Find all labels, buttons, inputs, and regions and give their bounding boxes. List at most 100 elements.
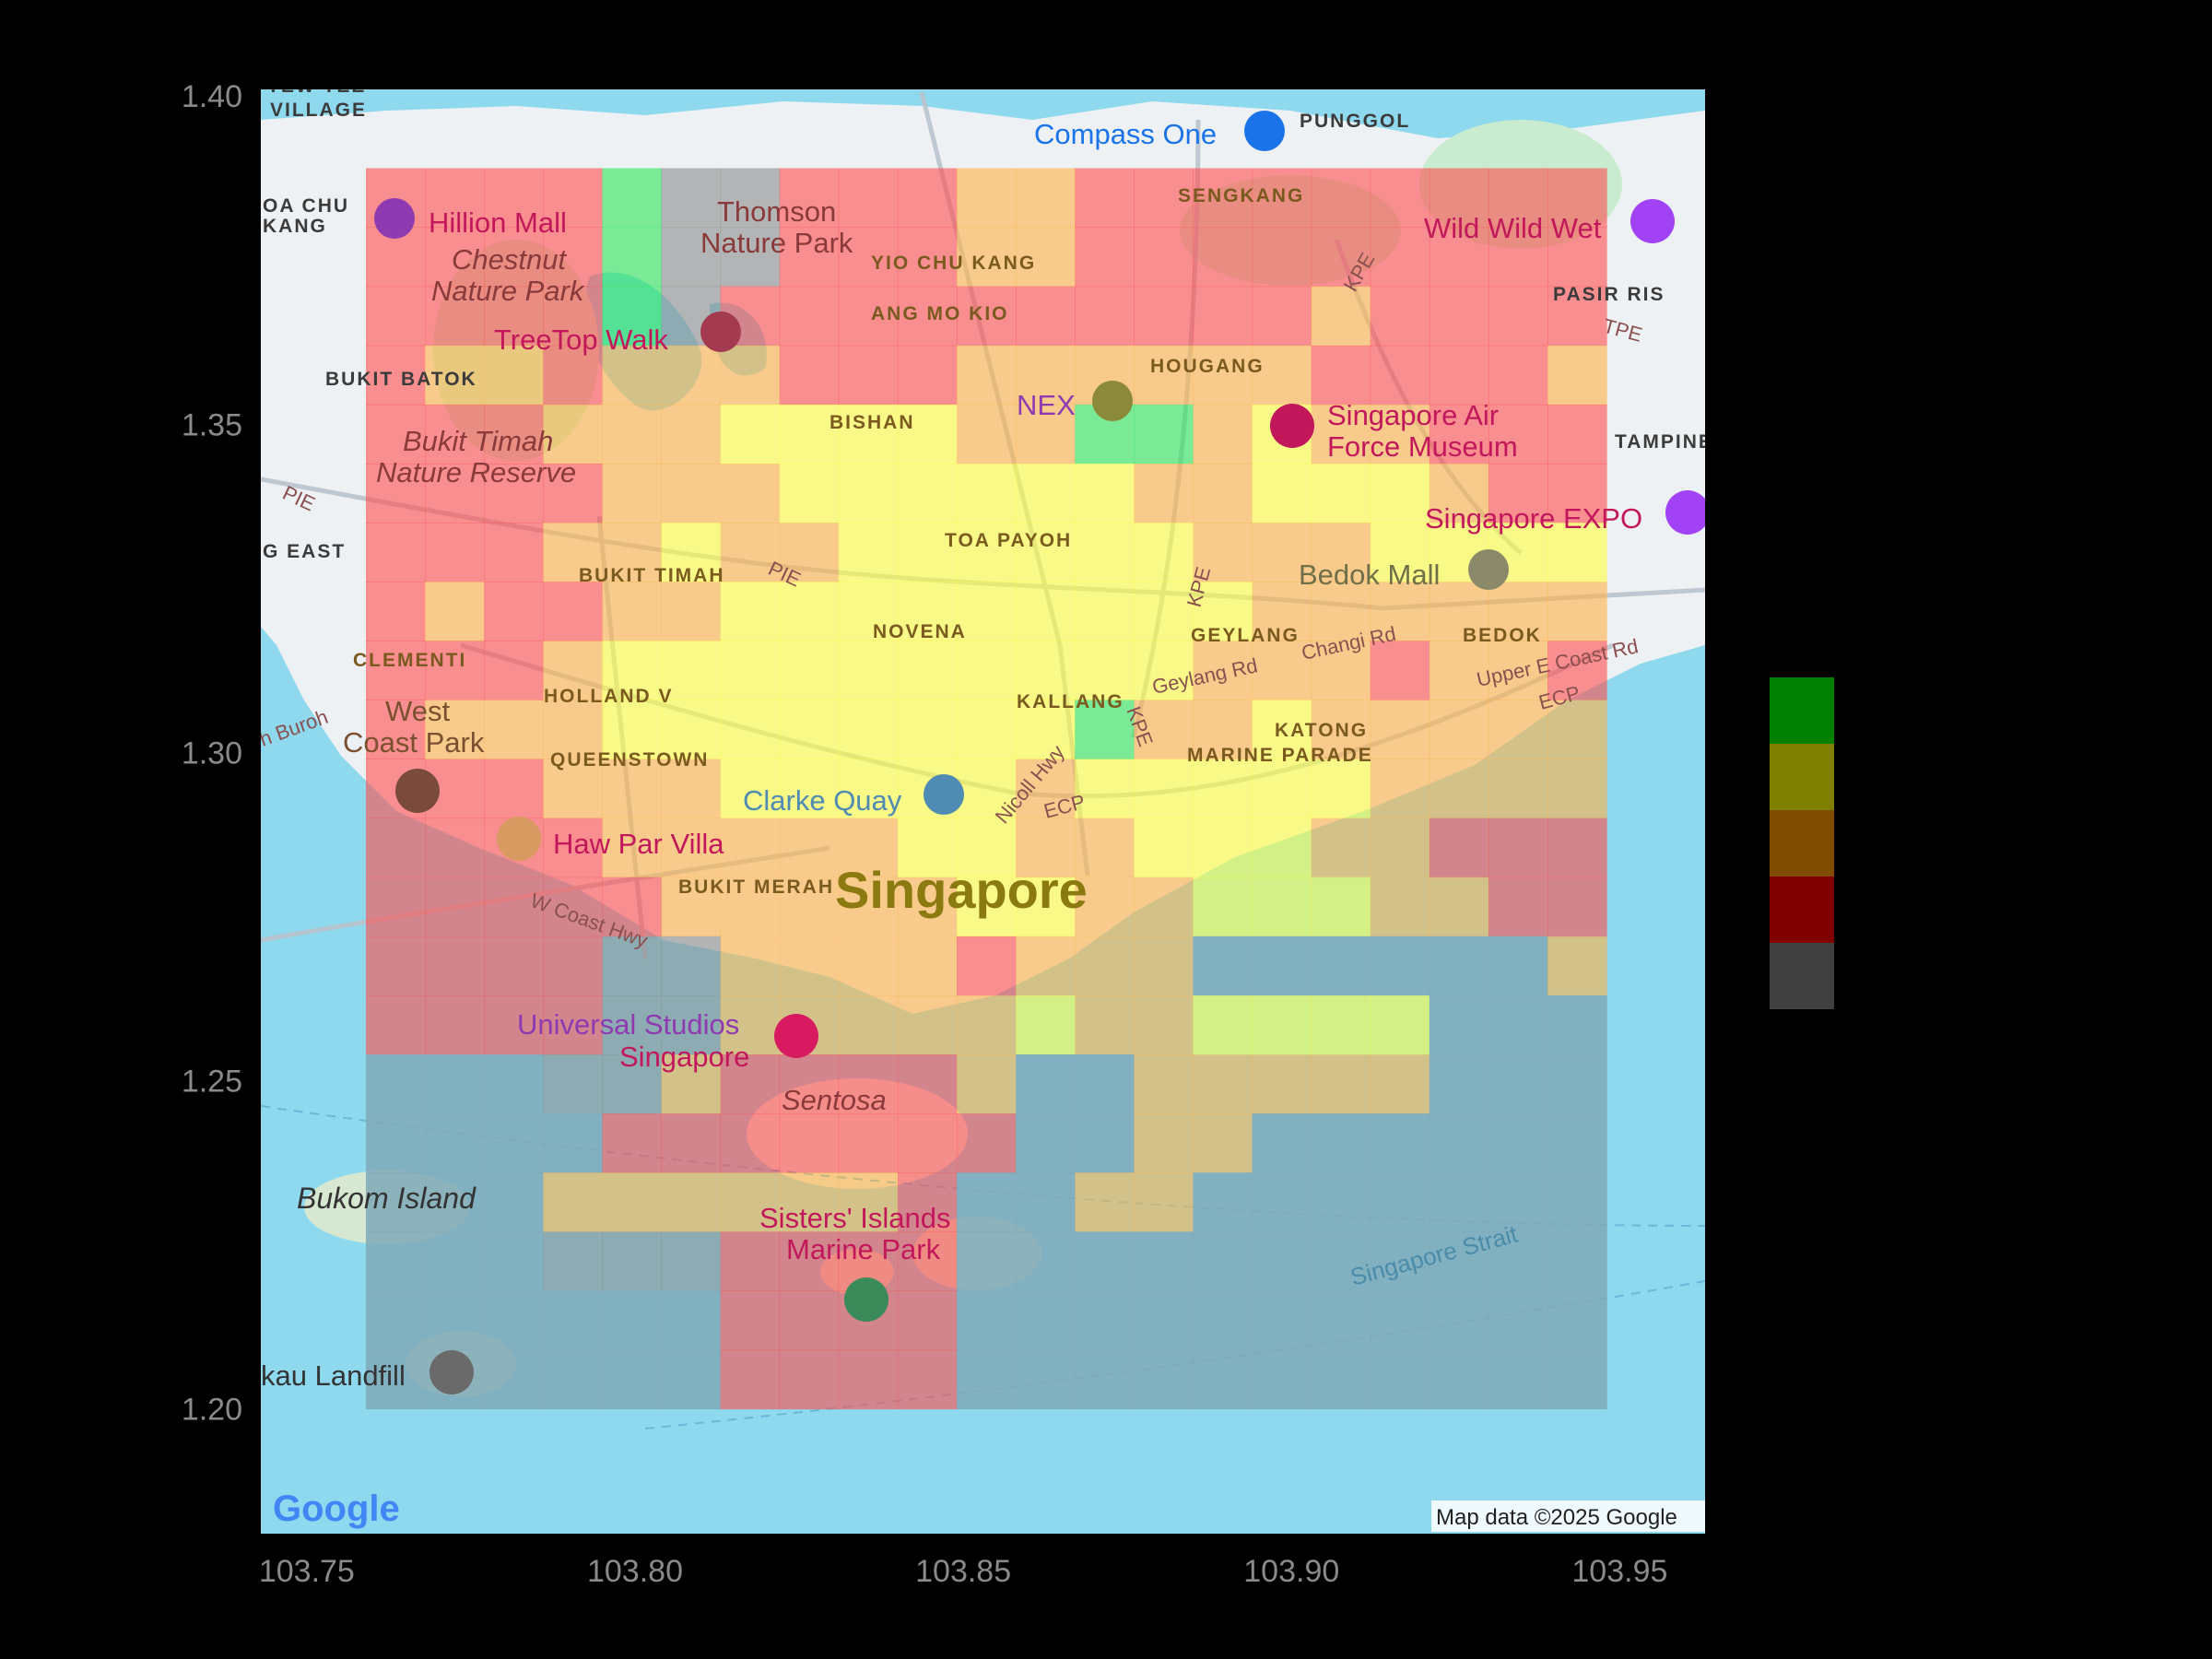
heatmap-cell <box>1016 1290 1076 1351</box>
heatmap-cell <box>720 463 781 524</box>
park-label: Nature Park <box>431 275 585 307</box>
heatmap-cell <box>602 1290 662 1351</box>
heatmap-cell <box>1075 523 1135 582</box>
heatmap-cell <box>602 1349 662 1410</box>
district-label: SENGKANG <box>1178 185 1304 206</box>
heatmap-cell <box>425 877 485 937</box>
heatmap-cell <box>1488 345 1548 406</box>
heatmap-cell <box>661 168 722 229</box>
district-label: G EAST <box>263 541 346 562</box>
heatmap-cell <box>1311 1349 1371 1410</box>
district-label: BUKIT BATOK <box>325 369 477 390</box>
heatmap-cell <box>1193 994 1253 1055</box>
heatmap-cell <box>543 1290 603 1351</box>
heatmap-cell <box>365 935 426 996</box>
heatmap-cell <box>1193 1054 1253 1114</box>
heatmap-cell <box>957 1172 1017 1232</box>
heatmap-cell <box>1193 1113 1253 1173</box>
heatmap-cell <box>661 463 722 524</box>
heatmap-cell <box>1252 286 1312 347</box>
poi-label: Compass One <box>1034 118 1217 150</box>
heatmap-cell <box>1429 1113 1489 1173</box>
heatmap-cell <box>1193 877 1253 937</box>
park-label: Bukit Timah <box>403 425 553 457</box>
heatmap-cell <box>779 641 840 700</box>
heatmap-cell <box>1252 1172 1312 1232</box>
heatmap-cell <box>1488 700 1548 760</box>
heatmap-cell <box>1547 1290 1607 1351</box>
x-tick-label: 103.90 <box>1243 1554 1339 1589</box>
heatmap-cell <box>1370 286 1430 347</box>
heatmap-cell <box>1311 345 1371 406</box>
heatmap-cell <box>543 1231 603 1291</box>
district-label: GEYLANG <box>1191 625 1300 646</box>
district-label: HOUGANG <box>1150 356 1265 377</box>
heatmap-cell <box>484 1290 544 1351</box>
amusement-icon <box>1630 199 1675 243</box>
heatmap-cell <box>720 1349 781 1410</box>
heatmap-cell <box>1370 1113 1430 1173</box>
poi-label: Sisters' Islands <box>759 1202 951 1234</box>
heatmap-cell <box>1193 1290 1253 1351</box>
district-label: HOLLAND V <box>544 686 674 707</box>
heatmap-cell <box>1547 404 1607 465</box>
heatmap-cell <box>897 463 958 524</box>
heatmap-cell <box>365 877 426 937</box>
district-label: QUEENSTOWN <box>550 749 709 771</box>
heatmap-cell <box>1016 994 1076 1055</box>
heatmap-cell <box>365 286 426 347</box>
poi-label: Universal Studios <box>517 1008 739 1041</box>
poi-label: Nature Park <box>700 227 853 259</box>
heatmap-cell <box>1193 1349 1253 1410</box>
shopping-bag-icon <box>374 198 415 239</box>
heatmap-cell <box>1311 877 1371 937</box>
heatmap-cell <box>957 345 1017 406</box>
heatmap-cell <box>602 168 662 229</box>
heatmap-cell <box>838 523 899 582</box>
google-logo: Google <box>273 1488 400 1529</box>
heatmap-cell <box>957 994 1017 1055</box>
poi-label: kau Landfill <box>261 1359 406 1392</box>
heatmap-cell <box>1370 227 1430 288</box>
heatmap-cell <box>1311 994 1371 1055</box>
heatmap-cell <box>1075 1349 1135 1410</box>
heatmap-cell <box>957 700 1017 760</box>
heatmap-cell <box>957 168 1017 229</box>
heatmap-cell <box>1488 1113 1548 1173</box>
heatmap-cell <box>425 1113 485 1173</box>
heatmap-cell <box>1252 1113 1312 1173</box>
heatmap-cell <box>1134 1054 1194 1114</box>
heatmap-cell <box>779 463 840 524</box>
heatmap-cell <box>1547 1113 1607 1173</box>
heatmap-cell <box>897 994 958 1055</box>
x-tick-label: 103.80 <box>587 1554 683 1589</box>
heatmap-cell <box>897 641 958 700</box>
heatmap-figure: TEW TEE VILLAGE OA CHU KANG G EAST PUNGG… <box>0 0 2212 1659</box>
heatmap-cell <box>1193 759 1253 819</box>
heatmap-cell <box>425 582 485 641</box>
heatmap-cell <box>543 1349 603 1410</box>
heatmap-cell <box>1134 1172 1194 1232</box>
map-attribution[interactable]: Map data ©2025 Google <box>1436 1505 1677 1530</box>
heatmap-cell <box>779 818 840 878</box>
heatmap-cell <box>365 582 426 641</box>
heatmap-cell <box>425 1054 485 1114</box>
park-label: Chestnut <box>452 243 567 276</box>
heatmap-cell <box>1370 168 1430 229</box>
heatmap-cell <box>1429 759 1489 819</box>
district-label: BUKIT MERAH <box>678 877 834 898</box>
heatmap-cell <box>1311 818 1371 878</box>
heatmap-cell <box>1311 1113 1371 1173</box>
landfill-icon <box>429 1350 474 1394</box>
heatmap-cell <box>1370 700 1430 760</box>
heatmap-cell <box>425 523 485 582</box>
poi-label: Hillion Mall <box>429 206 567 239</box>
heatmap-cell <box>543 935 603 996</box>
park-icon <box>395 769 440 813</box>
heatmap-cell <box>1370 1172 1430 1232</box>
heatmap-cell <box>1311 1172 1371 1232</box>
heatmap-cell <box>779 935 840 996</box>
poi-label: Bedok Mall <box>1299 559 1440 591</box>
heatmap-cell <box>779 1349 840 1410</box>
heatmap-cell <box>1134 1349 1194 1410</box>
